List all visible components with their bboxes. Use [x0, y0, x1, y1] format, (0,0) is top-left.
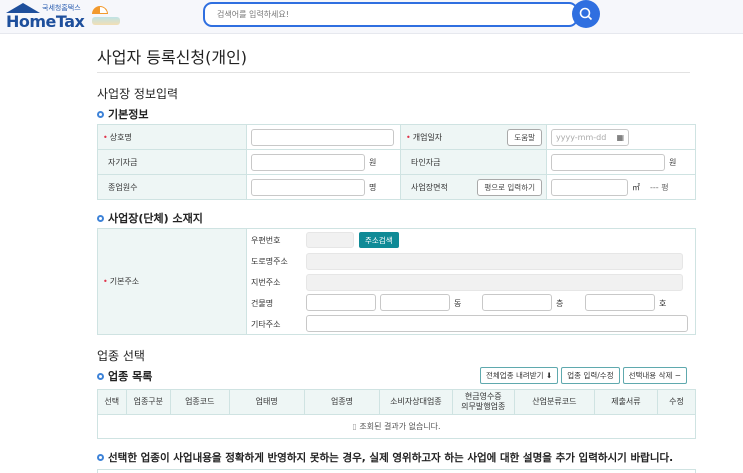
- column-header: 업종명: [303, 389, 381, 415]
- basic-info-heading: 기본정보: [97, 106, 148, 122]
- own-funds-label: 자기자금: [108, 157, 138, 167]
- industry-table: 선택 업종구분 업종코드 업태명 업종명 소비자상대업종 현금영수증 의무발행업종 산업분류코…: [97, 389, 696, 439]
- trade-name-input[interactable]: [251, 128, 394, 146]
- zip-label: 우편번호: [251, 236, 281, 245]
- lot-address-input: [306, 274, 683, 291]
- calendar-icon[interactable]: ▦: [616, 133, 624, 142]
- notice-text: 선택한 업종이 사업내용을 정확하게 반영하지 못하는 경우, 실제 영위하고자…: [108, 452, 674, 464]
- road-address-label: 도로명주소: [251, 257, 288, 266]
- top-header: 국세청홈택스 HomeTax: [0, 0, 743, 34]
- industry-notice: 선택한 업종이 사업내용을 정확하게 반영하지 못하는 경우, 실제 영위하고자…: [97, 450, 673, 465]
- logo[interactable]: HomeTax: [6, 12, 85, 31]
- column-header: 업태명: [228, 389, 305, 415]
- umbrella-icon: [92, 6, 108, 14]
- column-header: 선택: [97, 389, 127, 415]
- pyeong-input-button[interactable]: 평으로 입력하기: [477, 178, 542, 196]
- column-header: 수정: [657, 389, 696, 415]
- description-table: [97, 469, 696, 473]
- unit-people: 명: [369, 182, 377, 192]
- road-address-input: [306, 253, 683, 270]
- zip-input: [306, 232, 354, 248]
- table-header-row: 선택 업종구분 업종코드 업태명 업종명 소비자상대업종 현금영수증 의무발행업종 산업분류코…: [97, 389, 696, 415]
- other-funds-label: 타인자금: [411, 157, 441, 167]
- delete-selected-button[interactable]: 선택내용 삭제 −: [622, 367, 688, 384]
- divider: [97, 72, 690, 73]
- industry-list-heading: 업종 목록: [97, 368, 152, 384]
- etc-address-label: 기타주소: [251, 320, 281, 329]
- bullet-icon: [97, 372, 104, 380]
- column-header: 제출서류: [593, 389, 659, 415]
- unit-won: 원: [369, 157, 377, 167]
- address-heading: 사업장(단체) 소재지: [97, 210, 203, 226]
- unit-won: 원: [669, 157, 677, 167]
- address-search-button[interactable]: 주소검색: [359, 232, 399, 248]
- download-icon: ⬇: [545, 371, 553, 380]
- date-placeholder: yyyy-mm-dd: [556, 132, 607, 142]
- empty-row: ▯ 조회된 결과가 없습니다.: [97, 414, 696, 439]
- floor-unit: 층: [556, 299, 564, 308]
- basic-info-table: 상호명 개업일자 도움말 yyyy-mm-dd ▦ 자기자금 원 타인자금 원 종업…: [97, 124, 696, 200]
- ho-unit: 호: [659, 299, 667, 308]
- minus-icon: −: [674, 371, 682, 380]
- floor-input[interactable]: [482, 294, 552, 311]
- column-header: 업종코드: [170, 389, 230, 415]
- heading-text: 업종 목록: [108, 370, 153, 383]
- basic-address-label: 기본주소: [103, 277, 139, 286]
- column-header: 산업분류코드: [513, 389, 595, 415]
- edit-industry-button[interactable]: 업종 입력/수정: [561, 367, 620, 384]
- bullet-icon: [97, 110, 104, 118]
- ho-input[interactable]: [585, 294, 655, 311]
- heading-text: 기본정보: [108, 108, 149, 121]
- button-label: 전체업종 내려받기: [486, 371, 544, 380]
- open-date-input[interactable]: yyyy-mm-dd ▦: [551, 128, 629, 146]
- column-header: 소비자상대업종: [379, 389, 453, 415]
- area-input[interactable]: [551, 178, 628, 196]
- help-button[interactable]: 도움말: [507, 128, 542, 146]
- own-funds-input[interactable]: [251, 153, 365, 171]
- search-button[interactable]: [572, 0, 600, 28]
- bullet-icon: [97, 454, 104, 461]
- unit-sqm: ㎡: [632, 182, 640, 192]
- beach-icon: [92, 17, 120, 25]
- lot-address-label: 지번주소: [251, 278, 281, 287]
- open-date-label: 개업일자: [406, 132, 442, 143]
- document-icon: ▯: [352, 422, 357, 431]
- column-header: 현금영수증 의무발행업종: [451, 389, 515, 415]
- employees-input[interactable]: [251, 178, 365, 196]
- industry-section-title: 업종 선택: [97, 349, 145, 363]
- trade-name-label: 상호명: [103, 133, 132, 142]
- other-funds-input[interactable]: [551, 153, 665, 171]
- search-icon: [579, 7, 593, 21]
- building-label: 건물명: [251, 299, 274, 308]
- heading-text: 사업장(단체) 소재지: [108, 212, 203, 225]
- page-title: 사업자 등록신청(개인): [97, 48, 248, 67]
- column-header: 업종구분: [125, 389, 172, 415]
- etc-address-input[interactable]: [306, 315, 688, 332]
- button-label: 선택내용 삭제: [628, 371, 673, 380]
- search-input[interactable]: [203, 2, 578, 27]
- employees-label: 종업원수: [108, 182, 138, 192]
- section-title: 사업장 정보입력: [97, 87, 179, 101]
- building-name-input[interactable]: [306, 294, 376, 311]
- area-label: 사업장면적: [411, 182, 448, 192]
- building-dong-input[interactable]: [380, 294, 450, 311]
- pyeong-value: --- 평: [650, 182, 669, 192]
- empty-message: 조회된 결과가 없습니다.: [359, 422, 441, 431]
- download-all-button[interactable]: 전체업종 내려받기 ⬇: [480, 367, 559, 384]
- bullet-icon: [97, 214, 104, 222]
- dong-unit: 동: [454, 299, 462, 308]
- industry-toolbar: 전체업종 내려받기 ⬇ 업종 입력/수정 선택내용 삭제 −: [480, 367, 688, 384]
